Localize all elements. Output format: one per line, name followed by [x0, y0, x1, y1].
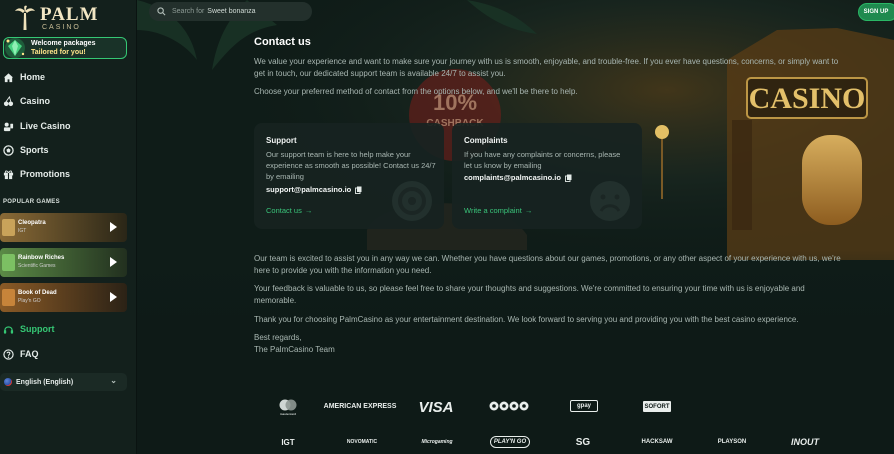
gem-icon — [5, 38, 25, 58]
popular-games-title: POPULAR GAMES — [3, 199, 60, 205]
brand-name: PALM — [40, 4, 99, 25]
target-icon — [392, 181, 432, 221]
search-suggestion: Sweet bonanza — [207, 8, 256, 15]
brand-sub: CASINO — [42, 24, 81, 31]
novomatic-logo: NOVOMATIC — [346, 439, 378, 445]
sign-up-button[interactable]: SIGN UP — [858, 3, 894, 21]
sidebar-item-casino[interactable]: Casino — [3, 92, 131, 110]
ball-icon — [3, 144, 14, 156]
arrow-right-icon: → — [524, 206, 533, 215]
card-title: Complaints — [464, 136, 508, 145]
sidebar-item-sports[interactable]: Sports — [3, 141, 131, 159]
game-name: Rainbow Riches — [18, 255, 65, 261]
sidebar-item-support[interactable]: Support — [3, 320, 131, 338]
headset-icon — [3, 325, 14, 334]
play-icon[interactable] — [110, 292, 117, 302]
language-label: English (English) — [16, 378, 74, 386]
card-body: Our support team is here to help make yo… — [266, 150, 436, 181]
palm-casino-logo[interactable]: PALM CASINO — [14, 3, 114, 33]
link-label: Contact us — [266, 206, 302, 215]
search-input[interactable]: Search for Sweet bonanza — [149, 2, 312, 21]
complaints-email[interactable]: complaints@palmcasino.io — [464, 173, 572, 182]
email-text: complaints@palmcasino.io — [464, 173, 561, 182]
sidebar-item-label: Sports — [20, 145, 49, 155]
arrow-right-icon: → — [304, 206, 313, 215]
sofort-logo: SOFORT — [643, 401, 671, 412]
outro-paragraph-3: Thank you for choosing PalmCasino as you… — [254, 315, 799, 324]
page-title: Contact us — [254, 36, 311, 48]
game-card-rainbow-riches[interactable]: Rainbow Riches Scientific Games — [0, 248, 127, 277]
igt-logo: IGT — [281, 437, 295, 447]
question-icon — [3, 348, 14, 360]
language-selector[interactable]: English (English) ⌄ — [0, 373, 127, 391]
playson-logo: PLAYSON — [717, 439, 747, 445]
chevron-down-icon: ⌄ — [110, 376, 117, 385]
welcome-title: Welcome packages — [31, 40, 96, 47]
sidebar-item-label: Live Casino — [20, 121, 71, 131]
dots-logo-icon — [489, 401, 529, 411]
sidebar-item-live-casino[interactable]: Live Casino — [3, 117, 131, 135]
payment-logo-dots — [488, 400, 532, 412]
intro-paragraph-2: Choose your preferred method of contact … — [254, 87, 578, 96]
inout-logo: INOUT — [791, 437, 819, 447]
support-email[interactable]: support@palmcasino.io — [266, 185, 362, 194]
team-signature: The PalmCasino Team — [254, 345, 335, 354]
complaints-card: Complaints If you have any complaints or… — [452, 123, 642, 229]
game-name: Book of Dead — [18, 290, 57, 296]
intro-paragraph: We value your experience and want to mak… — [254, 57, 839, 78]
game-provider: Play'n GO — [18, 298, 41, 304]
live-dealer-icon — [3, 122, 14, 131]
write-complaint-link[interactable]: Write a complaint → — [464, 206, 532, 215]
support-card: Support Our support team is here to help… — [254, 123, 444, 229]
sidebar-item-label: Promotions — [20, 169, 71, 179]
sidebar-item-label: Home — [20, 72, 46, 82]
american-express-logo: AMERICAN EXPRESS — [323, 402, 397, 410]
regards-line: Best regards, — [254, 333, 302, 342]
sidebar: PALM CASINO Welcome packages Tailored fo… — [0, 0, 137, 454]
visa-logo: VISA — [418, 398, 454, 416]
sg-logo: SG — [575, 436, 591, 448]
outro-paragraph-1: Our team is excited to assist you in any… — [254, 254, 841, 275]
gift-icon — [3, 169, 14, 179]
email-text: support@palmcasino.io — [266, 185, 352, 194]
palm-tree-icon — [15, 5, 35, 30]
mastercard-icon: mastercard — [279, 399, 297, 416]
game-name: Cleopatra — [18, 220, 46, 226]
game-card-book-of-dead[interactable]: Book of Dead Play'n GO — [0, 283, 127, 312]
microgaming-logo: Microgaming — [421, 439, 453, 445]
sidebar-item-label: Casino — [20, 96, 51, 106]
sidebar-item-promotions[interactable]: Promotions — [3, 165, 131, 183]
sidebar-item-home[interactable]: Home — [3, 68, 131, 86]
search-placeholder: Search for — [172, 8, 205, 15]
play-icon[interactable] — [110, 222, 117, 232]
playngo-logo: PLAY'N GO — [490, 436, 530, 448]
sidebar-item-label: FAQ — [20, 349, 39, 359]
mastercard-logo: mastercard — [276, 398, 300, 416]
card-title: Support — [266, 136, 297, 145]
home-icon — [3, 72, 14, 82]
game-card-cleopatra[interactable]: Cleopatra IGT — [0, 213, 127, 242]
sad-face-icon — [590, 181, 630, 221]
contact-us-link[interactable]: Contact us → — [266, 206, 312, 215]
link-label: Write a complaint — [464, 206, 522, 215]
card-body: If you have any complaints or concerns, … — [464, 150, 621, 170]
gpay-logo: gpay — [570, 400, 598, 412]
welcome-subtitle: Tailored for you! — [31, 49, 86, 56]
globe-icon — [4, 378, 12, 386]
copy-icon[interactable] — [355, 186, 362, 194]
hacksaw-logo: HACKSAW — [641, 439, 673, 445]
game-provider: Scientific Games — [18, 263, 56, 269]
sidebar-item-faq[interactable]: FAQ — [3, 345, 131, 363]
search-icon — [157, 7, 166, 16]
svg-text:mastercard: mastercard — [280, 412, 296, 416]
welcome-packages-banner[interactable]: Welcome packages Tailored for you! — [3, 37, 127, 59]
cherries-icon — [3, 95, 14, 106]
sidebar-item-label: Support — [20, 324, 55, 334]
copy-icon[interactable] — [564, 174, 572, 182]
play-icon[interactable] — [110, 257, 117, 267]
outro-paragraph-2: Your feedback is valuable to us, so plea… — [254, 284, 805, 305]
game-provider: IGT — [18, 228, 27, 234]
logo-text: PALM CASINO — [40, 5, 99, 31]
